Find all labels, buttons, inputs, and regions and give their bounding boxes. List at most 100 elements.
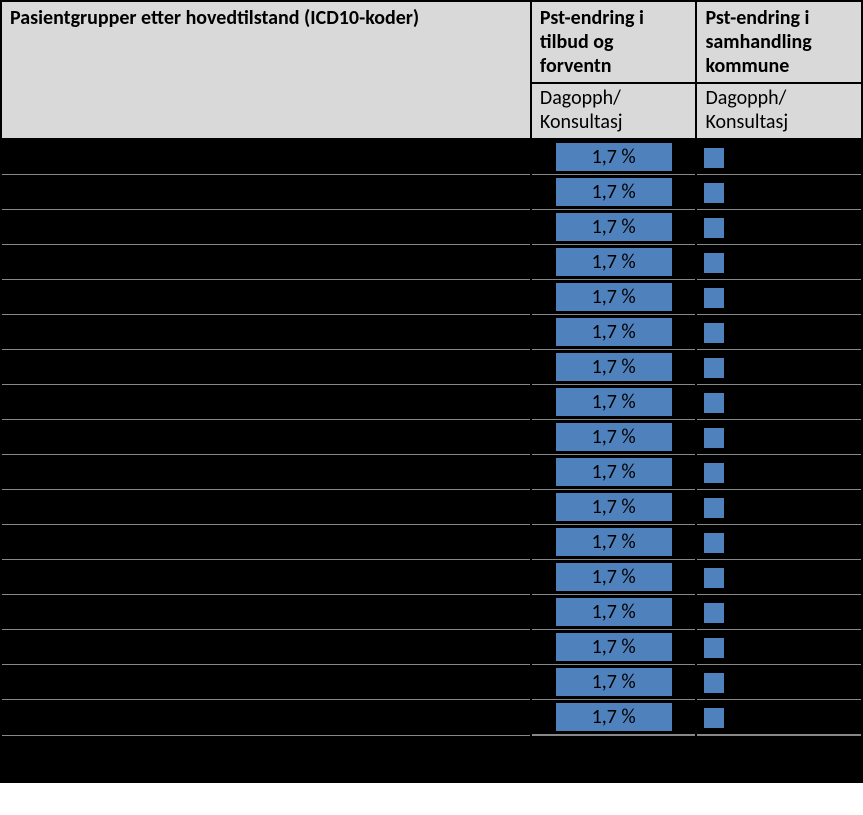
value1-box: 1,7 % bbox=[555, 387, 673, 417]
row-label-cell bbox=[1, 210, 531, 245]
row-value2-cell bbox=[696, 630, 862, 665]
value2-box bbox=[703, 567, 725, 589]
row-value1-cell: 1,7 % bbox=[531, 280, 697, 315]
header-col2-top: Pst-endring i tilbud og forventn bbox=[531, 1, 697, 83]
row-label-cell bbox=[1, 385, 531, 420]
icd10-table: Pasientgrupper etter hovedtilstand (ICD1… bbox=[0, 0, 863, 783]
row-label-cell bbox=[1, 665, 531, 700]
value1-box: 1,7 % bbox=[555, 142, 673, 172]
header-col2-sub: Dagopph/ Konsultasj bbox=[531, 83, 697, 139]
row-value1-cell: 1,7 % bbox=[531, 385, 697, 420]
header-row-top: Pasientgrupper etter hovedtilstand (ICD1… bbox=[1, 1, 862, 83]
header-col3-top: Pst-endring i samhandling kommune bbox=[696, 1, 862, 83]
row-value2-cell bbox=[696, 665, 862, 700]
value1-box: 1,7 % bbox=[555, 562, 673, 592]
row-value1-cell: 1,7 % bbox=[531, 175, 697, 210]
value1-box: 1,7 % bbox=[555, 317, 673, 347]
row-label-cell bbox=[1, 280, 531, 315]
row-value2-cell bbox=[696, 245, 862, 280]
header-col1: Pasientgrupper etter hovedtilstand (ICD1… bbox=[1, 1, 531, 139]
row-value1-cell: 1,7 % bbox=[531, 665, 697, 700]
value2-box bbox=[703, 672, 725, 694]
row-value2-cell bbox=[696, 560, 862, 595]
value1-box: 1,7 % bbox=[555, 422, 673, 452]
value1-box: 1,7 % bbox=[555, 282, 673, 312]
row-value2-cell bbox=[696, 385, 862, 420]
table-row: 1,7 % bbox=[1, 385, 862, 420]
row-value1-cell: 1,7 % bbox=[531, 315, 697, 350]
table-row: 1,7 % bbox=[1, 350, 862, 385]
row-value2-cell bbox=[696, 700, 862, 736]
row-value2-cell bbox=[696, 525, 862, 560]
row-label-cell bbox=[1, 315, 531, 350]
value1-box: 1,7 % bbox=[555, 667, 673, 697]
value2-box bbox=[703, 182, 725, 204]
row-label-cell bbox=[1, 245, 531, 280]
table-row: 1,7 % bbox=[1, 490, 862, 525]
header-col3-sub: Dagopph/ Konsultasj bbox=[696, 83, 862, 139]
value2-box bbox=[703, 357, 725, 379]
row-value1-cell: 1,7 % bbox=[531, 455, 697, 490]
row-value1-cell: 1,7 % bbox=[531, 139, 697, 175]
row-label-cell bbox=[1, 139, 531, 175]
row-value2-cell bbox=[696, 280, 862, 315]
footer-label-cell bbox=[1, 735, 531, 783]
footer-row bbox=[1, 735, 862, 783]
row-value1-cell: 1,7 % bbox=[531, 350, 697, 385]
row-value1-cell: 1,7 % bbox=[531, 595, 697, 630]
value1-box: 1,7 % bbox=[555, 632, 673, 662]
value2-box bbox=[703, 532, 725, 554]
row-value1-cell: 1,7 % bbox=[531, 490, 697, 525]
value1-box: 1,7 % bbox=[555, 177, 673, 207]
row-label-cell bbox=[1, 630, 531, 665]
row-label-cell bbox=[1, 175, 531, 210]
value2-box bbox=[703, 427, 725, 449]
row-label-cell bbox=[1, 595, 531, 630]
value2-box bbox=[703, 322, 725, 344]
table-body: 1,7 %1,7 %1,7 %1,7 %1,7 %1,7 %1,7 %1,7 %… bbox=[1, 139, 862, 783]
row-value2-cell bbox=[696, 139, 862, 175]
value1-box: 1,7 % bbox=[555, 492, 673, 522]
row-label-cell bbox=[1, 455, 531, 490]
value1-box: 1,7 % bbox=[555, 597, 673, 627]
table-row: 1,7 % bbox=[1, 665, 862, 700]
footer-val1-cell bbox=[531, 735, 697, 783]
row-value1-cell: 1,7 % bbox=[531, 560, 697, 595]
table-row: 1,7 % bbox=[1, 700, 862, 736]
value2-box bbox=[703, 602, 725, 624]
row-value2-cell bbox=[696, 210, 862, 245]
value2-box bbox=[703, 392, 725, 414]
row-value1-cell: 1,7 % bbox=[531, 525, 697, 560]
table-row: 1,7 % bbox=[1, 525, 862, 560]
row-value2-cell bbox=[696, 595, 862, 630]
table-row: 1,7 % bbox=[1, 139, 862, 175]
value1-box: 1,7 % bbox=[555, 247, 673, 277]
row-label-cell bbox=[1, 700, 531, 736]
table-row: 1,7 % bbox=[1, 315, 862, 350]
row-value2-cell bbox=[696, 420, 862, 455]
table-row: 1,7 % bbox=[1, 210, 862, 245]
value2-box bbox=[703, 707, 725, 729]
table-row: 1,7 % bbox=[1, 455, 862, 490]
value1-box: 1,7 % bbox=[555, 352, 673, 382]
value2-box bbox=[703, 462, 725, 484]
row-value2-cell bbox=[696, 350, 862, 385]
row-value2-cell bbox=[696, 315, 862, 350]
value2-box bbox=[703, 637, 725, 659]
value2-box bbox=[703, 497, 725, 519]
value1-box: 1,7 % bbox=[555, 212, 673, 242]
value2-box bbox=[703, 287, 725, 309]
value1-box: 1,7 % bbox=[555, 527, 673, 557]
value1-box: 1,7 % bbox=[555, 702, 673, 732]
row-label-cell bbox=[1, 525, 531, 560]
row-value2-cell bbox=[696, 175, 862, 210]
row-value1-cell: 1,7 % bbox=[531, 630, 697, 665]
row-label-cell bbox=[1, 350, 531, 385]
row-value1-cell: 1,7 % bbox=[531, 700, 697, 736]
table-row: 1,7 % bbox=[1, 280, 862, 315]
value2-box bbox=[703, 252, 725, 274]
row-label-cell bbox=[1, 420, 531, 455]
row-label-cell bbox=[1, 560, 531, 595]
table-row: 1,7 % bbox=[1, 595, 862, 630]
footer-val2-cell bbox=[696, 735, 862, 783]
